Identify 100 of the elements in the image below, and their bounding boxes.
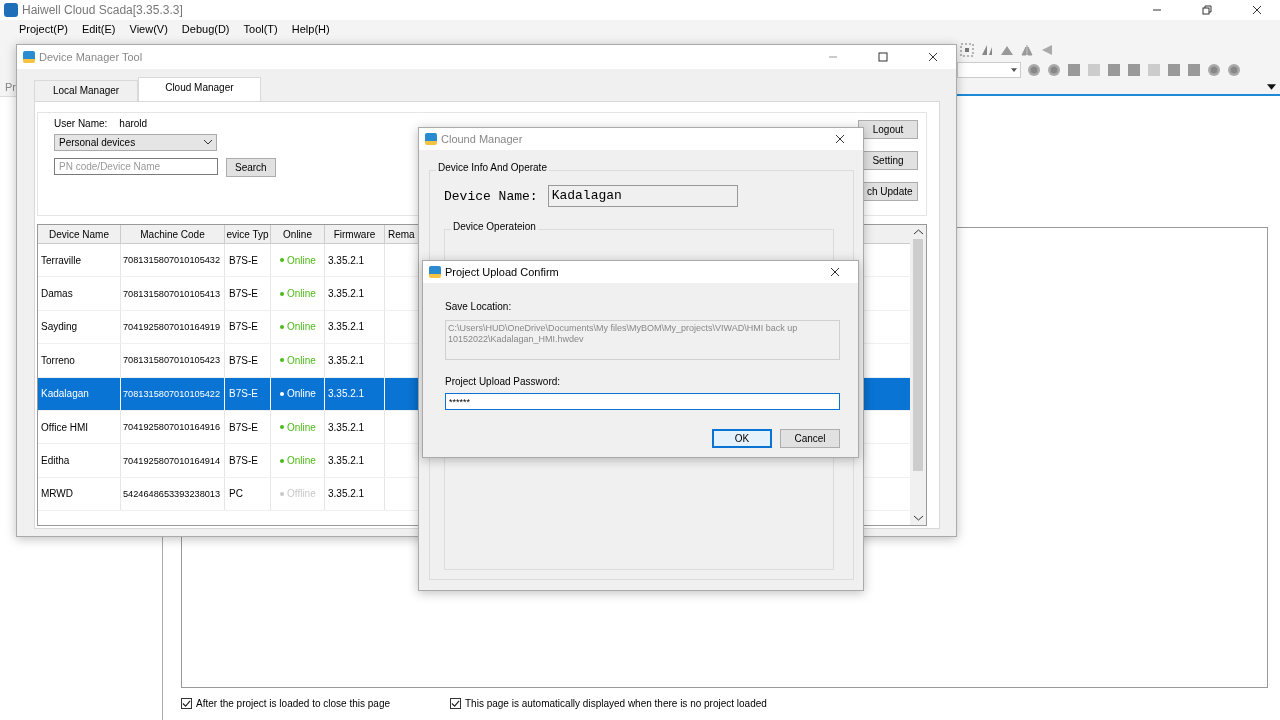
scrollbar[interactable] [910, 225, 926, 525]
column-header[interactable]: Machine Code [121, 225, 225, 243]
chevron-up-icon[interactable] [913, 229, 923, 235]
table-cell: 7041925807010164919 [121, 310, 225, 344]
table-cell: 3.35.2.1 [325, 277, 385, 310]
square-icon[interactable] [1187, 62, 1201, 77]
dropdown[interactable]: Personal devices [54, 134, 217, 151]
menu-item[interactable]: Edit(E) [74, 20, 123, 38]
window-title: Haiwell Cloud Scada[3.35.3.3] [22, 3, 184, 17]
table-cell: 7081315807010105432 [121, 244, 225, 277]
action-button[interactable]: Logout [858, 120, 918, 139]
table-cell: 7081315807010105422 [121, 377, 225, 410]
table-cell: B7S-E [225, 377, 271, 410]
group-label: Device Info And Operate [436, 162, 549, 173]
caret-icon [1011, 67, 1017, 72]
status-cell: Online [274, 354, 316, 366]
status-cell: Online [274, 388, 316, 400]
circle-icon[interactable] [1227, 62, 1241, 77]
table-cell: Terraville [38, 244, 121, 277]
table-cell: Torreno [38, 344, 121, 377]
window-title: Project Upload Confirm [445, 266, 560, 278]
close-icon[interactable] [928, 52, 938, 62]
tab[interactable]: Local Manager [34, 80, 139, 101]
menu-item[interactable]: Debug(D) [174, 20, 237, 38]
menu-item[interactable]: Tool(T) [236, 20, 285, 38]
circle-icon[interactable] [1047, 62, 1061, 77]
table-cell: 3.35.2.1 [325, 477, 385, 511]
triangle-icon[interactable] [1040, 42, 1054, 57]
field-label: Save Location: [445, 301, 513, 312]
app-icon [425, 133, 437, 145]
table-cell: 7041925807010164916 [121, 410, 225, 444]
status-cell: Online [274, 455, 316, 467]
restore-icon[interactable] [1202, 5, 1212, 15]
table-cell: 3.35.2.1 [325, 344, 385, 377]
maximize-icon[interactable] [878, 52, 888, 62]
status-cell: Online [274, 421, 316, 433]
square-icon[interactable] [1167, 62, 1181, 77]
cancel-button[interactable]: Cancel [780, 429, 840, 448]
table-cell: B7S-E [225, 410, 271, 444]
app-icon [4, 3, 18, 17]
table-cell: 7041925807010164914 [121, 444, 225, 477]
check-icon [182, 699, 191, 708]
table-cell: 3.35.2.1 [325, 377, 385, 410]
circle-icon[interactable] [1027, 62, 1041, 77]
tab[interactable]: Cloud Manager [138, 77, 261, 101]
app-icon [23, 51, 35, 63]
column-header[interactable]: Online [271, 225, 325, 243]
status-cell: Online [274, 254, 316, 266]
square-icon[interactable] [1127, 62, 1141, 77]
window-title: Device Manager Tool [39, 51, 144, 63]
table-cell: Kadalagan [38, 377, 121, 410]
column-header[interactable]: Firmware [325, 225, 385, 243]
table-cell: Editha [38, 444, 121, 477]
device-name-field[interactable]: Kadalagan [547, 185, 738, 207]
menu-item[interactable]: Project(P) [12, 20, 75, 38]
checkbox[interactable] [450, 698, 461, 709]
user-name: harold [119, 118, 148, 129]
table-cell: 5424648653393238013 [121, 477, 225, 511]
toolbar-dropdown[interactable] [957, 61, 1021, 78]
group-label: Device Operateion [451, 221, 538, 232]
close-icon[interactable] [835, 134, 845, 144]
window-title: Clound Manager [441, 133, 524, 145]
square-icon[interactable] [1067, 62, 1081, 77]
circle-icon[interactable] [1207, 62, 1221, 77]
search-button[interactable]: Search [226, 158, 276, 177]
table-cell: B7S-E [225, 310, 271, 344]
ok-button[interactable]: OK [712, 429, 772, 448]
check-icon [451, 699, 460, 708]
table-cell: 7081315807010105413 [121, 277, 225, 310]
checkbox[interactable] [181, 698, 192, 709]
selection-icon[interactable] [960, 42, 974, 57]
menu-item[interactable]: Help(H) [284, 20, 337, 38]
table-cell: B7S-E [225, 344, 271, 377]
field-label: Project Upload Password: [445, 376, 562, 387]
chevron-down-icon [204, 140, 212, 145]
table-cell: 3.35.2.1 [325, 410, 385, 444]
column-header[interactable]: evice Typ [225, 225, 271, 243]
close-icon[interactable] [1252, 5, 1262, 15]
password-field[interactable]: ****** [445, 393, 840, 410]
table-cell: B7S-E [225, 277, 271, 310]
table-cell: Office HMI [38, 410, 121, 444]
table-cell: B7S-E [225, 444, 271, 477]
search-field[interactable]: PN code/Device Name [54, 158, 218, 175]
app-icon [429, 266, 441, 278]
table-cell: 7081315807010105423 [121, 344, 225, 377]
table-cell: MRWD [38, 477, 121, 511]
menu-item[interactable]: View(V) [122, 20, 175, 38]
caret-icon[interactable] [1267, 84, 1276, 91]
column-header[interactable]: Device Name [38, 225, 121, 243]
table-cell: 3.35.2.1 [325, 244, 385, 277]
table-cell: 3.35.2.1 [325, 310, 385, 344]
close-icon[interactable] [830, 267, 840, 277]
field-label: Device Name: [444, 188, 538, 204]
triangle-icon[interactable] [1020, 42, 1034, 57]
table-cell: PC [225, 477, 271, 511]
square-icon[interactable] [1107, 62, 1121, 77]
table-cell: Damas [38, 277, 121, 310]
field-label: User Name: [54, 118, 108, 129]
checkbox-label: This page is automatically displayed when there is no project loaded [465, 698, 767, 709]
chevron-down-icon[interactable] [913, 515, 923, 521]
